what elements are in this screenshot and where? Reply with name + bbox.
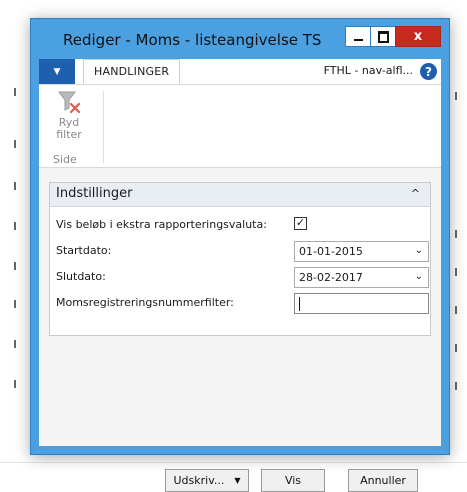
background-mark xyxy=(455,268,457,276)
background-mark xyxy=(14,182,16,190)
extra-currency-label: Vis beløb i ekstra rapporteringsvaluta: xyxy=(56,218,267,231)
ribbon-tab-strip: ▼ HANDLINGER FTHL - nav-alfl... ? xyxy=(39,59,441,85)
cancel-button[interactable]: Annuller xyxy=(348,469,418,492)
clear-filter-label-line2: filter xyxy=(56,128,82,141)
options-fasttab-header[interactable]: Indstillinger ^ xyxy=(50,183,430,207)
background-mark xyxy=(455,230,457,238)
window-title: Rediger - Moms - listeangivelse TS xyxy=(63,31,322,49)
clear-filter-icon xyxy=(58,91,81,114)
close-button[interactable]: x xyxy=(395,26,441,47)
show-button[interactable]: Vis xyxy=(261,469,325,492)
background-mark xyxy=(14,88,16,96)
close-icon: x xyxy=(413,29,423,44)
end-date-row: Slutdato: 28-02-2017 ⌄ xyxy=(56,267,429,289)
minimize-button[interactable] xyxy=(345,26,371,47)
print-button[interactable]: Udskriv... ▼ xyxy=(165,469,249,492)
vat-filter-row: Momsregistreringsnummerfilter: xyxy=(56,293,429,315)
background-mark xyxy=(14,262,16,270)
ribbon-group-label: Side xyxy=(53,153,77,166)
ribbon-body: Ryd filter Side xyxy=(39,85,441,168)
background-mark xyxy=(455,92,457,100)
maximize-button[interactable] xyxy=(370,26,396,47)
chevron-up-icon[interactable]: ^ xyxy=(411,187,420,200)
window-controls: x xyxy=(345,26,441,47)
options-fasttab: Indstillinger ^ Vis beløb i ekstra rappo… xyxy=(49,182,431,336)
dialog-client-area: ▼ HANDLINGER FTHL - nav-alfl... ? Ryd fi… xyxy=(39,59,441,492)
background-mark xyxy=(455,382,457,390)
dialog-window: Rediger - Moms - listeangivelse TS x ▼ H… xyxy=(30,18,450,492)
options-section-title: Indstillinger xyxy=(56,186,133,201)
tab-actions[interactable]: HANDLINGER xyxy=(83,59,181,84)
help-icon[interactable]: ? xyxy=(420,63,437,80)
start-date-row: Startdato: 01-01-2015 ⌄ xyxy=(56,241,429,263)
background-mark xyxy=(14,300,16,308)
end-date-value: 28-02-2017 xyxy=(299,271,363,284)
clear-filter-button[interactable]: Ryd filter xyxy=(47,89,91,141)
background-mark xyxy=(455,306,457,314)
start-date-field[interactable]: 01-01-2015 ⌄ xyxy=(294,241,429,262)
background-mark xyxy=(14,340,16,348)
text-cursor xyxy=(299,297,300,311)
dropdown-arrow-icon[interactable]: ▼ xyxy=(234,476,240,485)
extra-currency-checkbox[interactable]: ✓ xyxy=(294,217,307,230)
background-mark xyxy=(455,344,457,352)
chevron-down-icon[interactable]: ⌄ xyxy=(415,271,423,282)
extra-currency-row: Vis beløb i ekstra rapporteringsvaluta: … xyxy=(56,215,422,237)
company-name[interactable]: FTHL - nav-alfl... xyxy=(324,64,413,77)
background-mark xyxy=(14,222,16,230)
start-date-value: 01-01-2015 xyxy=(299,245,363,258)
checkmark-icon: ✓ xyxy=(295,216,306,229)
start-date-label: Startdato: xyxy=(56,244,112,257)
background-divider xyxy=(0,462,467,463)
background-mark xyxy=(14,380,16,388)
end-date-label: Slutdato: xyxy=(56,270,106,283)
vat-filter-label: Momsregistreringsnummerfilter: xyxy=(56,296,234,309)
ribbon-group-divider xyxy=(103,91,104,163)
chevron-down-icon[interactable]: ⌄ xyxy=(415,245,423,256)
triangle-down-icon: ▼ xyxy=(53,66,61,77)
request-page-content: Indstillinger ^ Vis beløb i ekstra rappo… xyxy=(39,168,441,492)
background-mark xyxy=(14,140,16,148)
end-date-field[interactable]: 28-02-2017 ⌄ xyxy=(294,267,429,288)
vat-filter-input[interactable] xyxy=(294,293,429,314)
title-bar[interactable]: Rediger - Moms - listeangivelse TS x xyxy=(31,19,449,59)
app-menu-button[interactable]: ▼ xyxy=(39,59,75,84)
